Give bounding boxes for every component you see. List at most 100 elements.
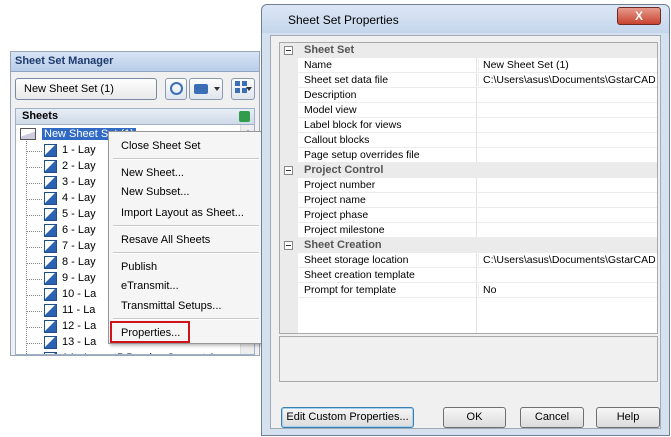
sheet-icon — [44, 336, 57, 349]
property-row[interactable]: Sheet set data file C:\Users\asus\Documen… — [280, 73, 657, 88]
sheet-icon — [44, 304, 57, 317]
tree-sheet-label: 14 - Layout5 Bearing Support Assembl — [62, 352, 250, 354]
menu-item-new-subset[interactable]: New Subset... — [111, 183, 261, 201]
printer-icon — [194, 84, 208, 94]
collapse-icon[interactable] — [284, 166, 293, 175]
property-value[interactable]: C:\Users\asus\Documents\GstarCAD Sh... — [478, 74, 655, 86]
property-value[interactable]: No — [478, 284, 655, 296]
view-options-button[interactable] — [231, 78, 255, 100]
property-name: Label block for views — [304, 119, 402, 131]
context-menu: Close Sheet Set New Sheet... New Subset.… — [108, 131, 264, 344]
property-row[interactable]: Label block for views — [280, 118, 657, 133]
sheet-icon — [44, 272, 57, 285]
property-category[interactable]: Sheet Creation — [280, 238, 657, 253]
property-row[interactable]: Project phase — [280, 208, 657, 223]
property-row[interactable]: Model view — [280, 103, 657, 118]
sheets-section-header: Sheets — [15, 108, 255, 125]
property-name: Prompt for template — [304, 284, 397, 296]
sheet-icon — [44, 192, 57, 205]
panel-toolbar: New Sheet Set (1) — [15, 78, 255, 102]
menu-item-close-sheet-set[interactable]: Close Sheet Set — [111, 137, 261, 155]
property-value[interactable]: C:\Users\asus\Documents\GstarCAD Sh... — [478, 254, 655, 266]
menu-item-publish[interactable]: Publish — [111, 258, 261, 276]
menu-separator — [113, 252, 259, 254]
collapse-icon[interactable] — [284, 46, 293, 55]
chevron-down-icon — [214, 87, 220, 91]
publish-dropdown-button[interactable] — [189, 78, 223, 100]
tree-sheet-label: 6 - Lay — [62, 224, 96, 236]
dialog-body: Sheet Set Name New Sheet Set (1) Sheet set … — [270, 35, 661, 429]
sheet-icon — [44, 320, 57, 333]
ok-button[interactable]: OK — [443, 407, 506, 428]
menu-item-etransmit[interactable]: eTransmit... — [111, 277, 261, 295]
property-name: Sheet storage location — [304, 254, 409, 266]
property-row[interactable]: Page setup overrides file — [280, 148, 657, 163]
property-row[interactable]: Callout blocks — [280, 133, 657, 148]
collapse-icon[interactable] — [284, 241, 293, 250]
menu-separator — [113, 318, 259, 320]
property-name: Page setup overrides file — [304, 149, 420, 161]
property-name: Description — [304, 89, 357, 101]
cancel-button[interactable]: Cancel — [520, 407, 584, 428]
property-value[interactable]: New Sheet Set (1) — [478, 59, 655, 71]
sheet-icon — [44, 160, 57, 173]
property-row[interactable]: Description — [280, 88, 657, 103]
sheets-label: Sheets — [22, 110, 59, 122]
category-label: Project Control — [304, 164, 384, 176]
property-name: Project name — [304, 194, 366, 206]
category-label: Sheet Set — [304, 44, 355, 56]
sheet-set-icon — [170, 82, 183, 95]
sheet-icon — [44, 144, 57, 157]
menu-item-transmittal-setups[interactable]: Transmittal Setups... — [111, 297, 261, 315]
edit-custom-properties-button[interactable]: Edit Custom Properties... — [281, 407, 414, 428]
sheet-icon — [44, 208, 57, 221]
property-row[interactable]: Sheet creation template — [280, 268, 657, 283]
property-row[interactable]: Prompt for template No — [280, 283, 657, 298]
menu-separator — [113, 225, 259, 227]
property-row[interactable]: Project number — [280, 178, 657, 193]
property-grid: Sheet Set Name New Sheet Set (1) Sheet set … — [279, 42, 658, 334]
menu-item-resave-all[interactable]: Resave All Sheets — [111, 231, 261, 249]
refresh-icon[interactable] — [239, 111, 250, 122]
tree-sheet-label: 9 - Lay — [62, 272, 96, 284]
property-name: Project phase — [304, 209, 369, 221]
property-category[interactable]: Project Control — [280, 163, 657, 178]
dialog-titlebar: Sheet Set Properties X — [262, 5, 669, 33]
property-name: Name — [304, 59, 333, 71]
property-row[interactable]: Project name — [280, 193, 657, 208]
property-category[interactable]: Sheet Set — [280, 43, 657, 58]
tree-sheet-label: 5 - Lay — [62, 208, 96, 220]
close-button[interactable]: X — [617, 7, 661, 25]
panel-title: Sheet Set Manager — [11, 52, 259, 72]
sheet-icon — [44, 224, 57, 237]
tree-sheet-label: 7 - Lay — [62, 240, 96, 252]
open-sheet-set-button[interactable] — [165, 78, 187, 100]
property-row[interactable]: Project milestone — [280, 223, 657, 238]
tree-sheet-label: 8 - Lay — [62, 256, 96, 268]
category-label: Sheet Creation — [304, 239, 382, 251]
tree-sheet-label: 10 - La — [62, 288, 97, 300]
help-button[interactable]: Help — [596, 407, 660, 428]
property-row[interactable]: Sheet storage location C:\Users\asus\Docu… — [280, 253, 657, 268]
sheet-icon — [44, 352, 57, 354]
property-row[interactable]: Name New Sheet Set (1) — [280, 58, 657, 73]
menu-item-import-layout[interactable]: Import Layout as Sheet... — [111, 204, 261, 222]
property-name: Project number — [304, 179, 376, 191]
property-name: Project milestone — [304, 224, 385, 236]
sheet-set-dropdown[interactable]: New Sheet Set (1) — [15, 78, 157, 100]
chevron-down-icon — [246, 87, 252, 91]
tree-sheet-label: 11 - La — [62, 304, 96, 316]
menu-item-new-sheet[interactable]: New Sheet... — [111, 164, 261, 182]
tree-sheet-label: 1 - Lay — [62, 144, 96, 156]
sheet-set-icon — [20, 128, 36, 140]
property-name: Sheet set data file — [304, 74, 389, 86]
sheet-icon — [44, 288, 57, 301]
menu-separator — [113, 158, 259, 160]
tree-sheet-label: 12 - La — [62, 320, 97, 332]
property-description-box — [279, 336, 658, 382]
property-name: Sheet creation template — [304, 269, 415, 281]
sheet-icon — [44, 240, 57, 253]
tree-sheet-label: 4 - Lay — [62, 192, 96, 204]
property-name: Model view — [304, 104, 357, 116]
tree-sheet-label: 13 - La — [62, 336, 97, 348]
